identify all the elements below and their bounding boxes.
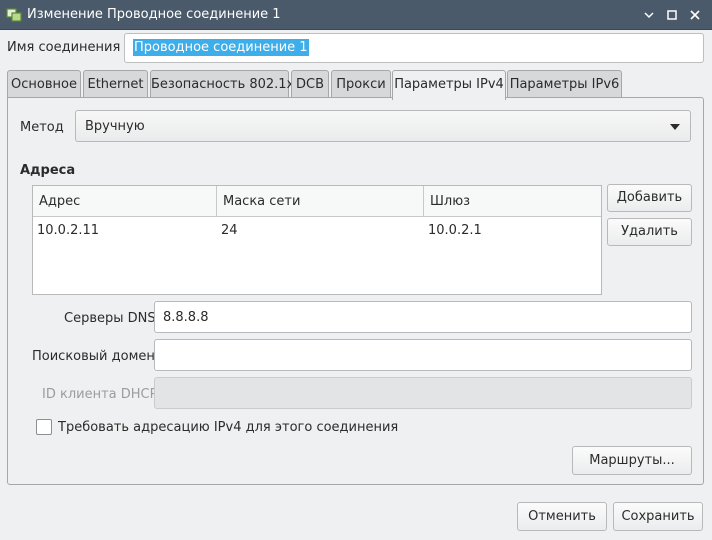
tab-ethernet[interactable]: Ethernet xyxy=(83,70,148,98)
require-ipv4-label[interactable]: Требовать адресацию IPv4 для этого соеди… xyxy=(58,420,398,435)
delete-address-button[interactable]: Удалить xyxy=(607,218,692,246)
connection-name-input[interactable]: Проводное соединение 1 xyxy=(124,33,704,63)
require-ipv4-checkbox[interactable] xyxy=(36,419,52,435)
method-dropdown[interactable]: Вручную xyxy=(75,110,691,142)
search-domain-input[interactable] xyxy=(154,339,692,371)
tab-dcb[interactable]: DCB xyxy=(291,70,329,98)
table-header: Адрес Маска сети Шлюз xyxy=(33,186,601,217)
dhcp-client-id-input xyxy=(154,377,692,409)
tab-proxy[interactable]: Прокси xyxy=(331,70,391,98)
connection-name-value: Проводное соединение 1 xyxy=(133,39,309,56)
addresses-table[interactable]: Адрес Маска сети Шлюз 10.0.2.11 24 10.0.… xyxy=(32,185,602,295)
minimize-button[interactable] xyxy=(640,6,658,24)
method-label: Метод xyxy=(20,120,64,135)
column-header-gateway[interactable]: Шлюз xyxy=(424,186,601,217)
dns-servers-input[interactable]: 8.8.8.8 xyxy=(154,301,692,333)
tab-ipv4-settings[interactable]: Параметры IPv4 xyxy=(392,70,506,100)
add-address-button[interactable]: Добавить xyxy=(607,184,692,212)
title-bar: Изменение Проводное соединение 1 xyxy=(0,0,712,30)
maximize-button[interactable] xyxy=(663,6,681,24)
ipv4-settings-panel: Метод Вручную Адреса Адрес Маска сети Шл… xyxy=(7,97,704,485)
search-domain-label: Поисковый домен xyxy=(32,349,155,364)
save-button[interactable]: Сохранить xyxy=(613,502,703,531)
gateway-cell[interactable]: 10.0.2.1 xyxy=(424,223,482,238)
window-title: Изменение Проводное соединение 1 xyxy=(27,7,281,22)
table-row[interactable]: 10.0.2.11 24 10.0.2.1 xyxy=(33,217,601,243)
tab-general[interactable]: Основное xyxy=(7,70,81,98)
close-button[interactable] xyxy=(686,6,704,24)
connection-name-label: Имя соединения xyxy=(7,40,121,55)
tab-ipv6-settings[interactable]: Параметры IPv6 xyxy=(507,70,622,98)
address-cell[interactable]: 10.0.2.11 xyxy=(33,223,99,238)
column-header-netmask[interactable]: Маска сети xyxy=(217,186,424,217)
dhcp-client-id-label: ID клиента DHCP xyxy=(42,387,158,402)
netmask-cell[interactable]: 24 xyxy=(217,223,238,238)
tab-security-8021x[interactable]: Безопасность 802.1x xyxy=(150,70,294,98)
column-header-address[interactable]: Адрес xyxy=(33,186,217,217)
cancel-button[interactable]: Отменить xyxy=(517,502,607,531)
routes-button[interactable]: Маршруты... xyxy=(572,446,692,475)
dns-servers-value: 8.8.8.8 xyxy=(163,310,209,325)
method-value: Вручную xyxy=(85,119,145,134)
addresses-section-title: Адреса xyxy=(20,163,76,178)
dns-servers-label: Серверы DNS xyxy=(64,311,156,326)
network-connection-icon xyxy=(6,7,22,23)
chevron-down-icon xyxy=(670,124,680,130)
